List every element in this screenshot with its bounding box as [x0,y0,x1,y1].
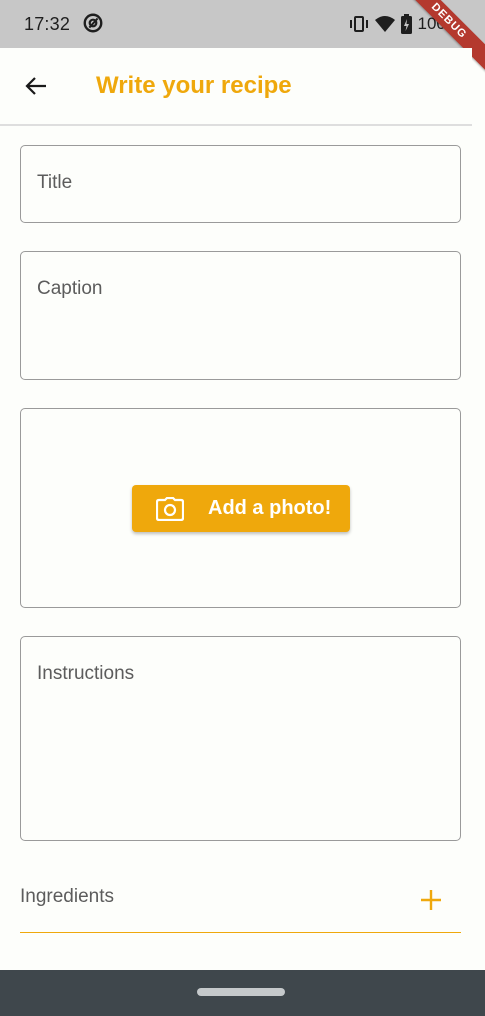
app-bar: Write your recipe [0,48,472,126]
add-photo-label: Add a photo! [208,497,332,519]
navigation-bar [0,970,485,1016]
wifi-icon [374,16,395,32]
status-time: 17:32 [24,14,71,34]
status-bar: 17:32 100% DEBUG [0,0,485,77]
instructions-placeholder: Instructions [37,663,135,684]
ingredients-label: Ingredients [20,886,115,907]
title-placeholder: Title [37,172,73,193]
at-sign-icon [83,13,103,33]
instructions-field[interactable]: Instructions [20,636,461,841]
back-button[interactable] [14,64,58,108]
add-photo-button[interactable]: Add a photo! [132,485,350,532]
battery-icon [400,14,412,34]
caption-field[interactable]: Caption [20,251,461,380]
photo-area: Add a photo! [20,408,461,608]
home-gesture-handle[interactable] [197,988,285,996]
arrow-left-icon [25,77,46,95]
camera-icon [156,496,184,521]
vibrate-icon [349,16,368,32]
caption-placeholder: Caption [37,278,103,299]
title-field[interactable]: Title [20,145,461,223]
plus-icon[interactable] [419,888,443,912]
ingredients-row: Ingredients [20,870,461,933]
page-title: Write your recipe [96,72,292,99]
